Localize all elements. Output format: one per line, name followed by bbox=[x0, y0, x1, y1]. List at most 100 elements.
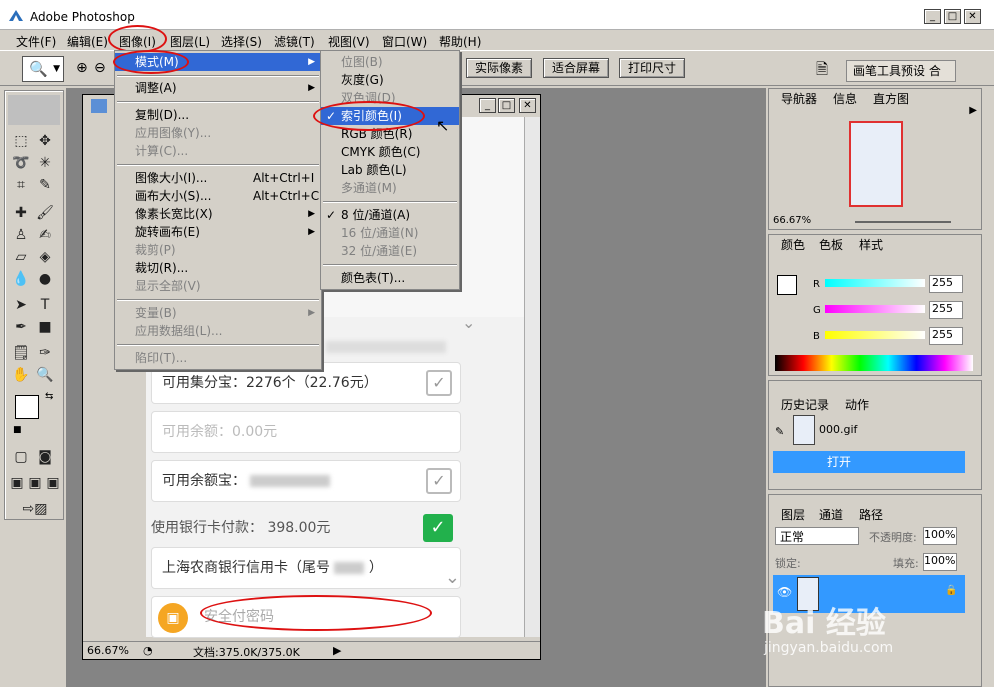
menu-filter[interactable]: 滤镜(T) bbox=[274, 33, 315, 50]
healing-brush-icon[interactable]: ✚ bbox=[11, 203, 31, 223]
zoom-tool-box-icon[interactable]: 🔍 bbox=[35, 365, 55, 385]
channel-b-slider[interactable] bbox=[825, 331, 925, 339]
palette-well-icon[interactable]: 🗎 bbox=[816, 59, 828, 84]
vertical-scrollbar[interactable] bbox=[524, 117, 540, 637]
zoom-out-icon[interactable]: ⊖ bbox=[94, 60, 106, 76]
eye-icon[interactable]: 👁 bbox=[777, 585, 792, 599]
hand-tool-icon[interactable]: ✋ bbox=[11, 365, 31, 385]
minimize-icon[interactable]: _ bbox=[924, 9, 941, 24]
status-arrow-icon[interactable]: ▶ bbox=[333, 644, 341, 657]
blend-mode-select[interactable]: 正常 bbox=[775, 527, 859, 545]
channel-b-value[interactable]: 255 bbox=[929, 327, 963, 345]
screen-mode-3-icon[interactable]: ▣ bbox=[43, 473, 63, 493]
eyedropper-icon[interactable]: ✑ bbox=[35, 343, 55, 363]
menu-item-bitmap[interactable]: 位图(B) bbox=[321, 53, 459, 71]
menu-item-pixel-aspect[interactable]: 像素长宽比(X) ▶ bbox=[115, 205, 321, 223]
fit-screen-button[interactable]: 适合屏幕 bbox=[543, 58, 609, 78]
brush-presets-tab[interactable]: 画笔工具预设 合 bbox=[846, 60, 956, 82]
menu-item-variables[interactable]: 变量(B) ▶ bbox=[115, 304, 321, 322]
menu-item-multichannel[interactable]: 多通道(M) bbox=[321, 179, 459, 197]
paint-bucket-icon[interactable]: ◈ bbox=[35, 247, 55, 267]
menu-item-adjust[interactable]: 调整(A) ▶ bbox=[115, 79, 321, 97]
status-menu-icon[interactable]: ◔ bbox=[143, 644, 153, 657]
menu-item-apply-data-set[interactable]: 应用数据组(L)... bbox=[115, 322, 321, 340]
stamp-tool-icon[interactable]: ♙ bbox=[11, 225, 31, 245]
slice-tool-icon[interactable]: ✎ bbox=[35, 175, 55, 195]
snapshot-thumbnail[interactable] bbox=[793, 415, 815, 445]
zoom-level[interactable]: 66.67% bbox=[87, 644, 129, 657]
navigator-zoom[interactable]: 66.67% bbox=[773, 215, 811, 226]
screen-mode-1-icon[interactable]: ▣ bbox=[7, 473, 27, 493]
blur-tool-icon[interactable]: 💧 bbox=[11, 269, 31, 289]
menu-item-32bit[interactable]: 32 位/通道(E) bbox=[321, 242, 459, 260]
marquee-tool-icon[interactable]: ⬚ bbox=[11, 131, 31, 151]
brush-tool-icon[interactable]: 🖌 bbox=[35, 203, 55, 223]
menu-item-reveal-all[interactable]: 显示全部(V) bbox=[115, 277, 321, 295]
standard-mode-icon[interactable]: ▢ bbox=[11, 447, 31, 467]
fg-color-swatch[interactable] bbox=[777, 275, 797, 295]
fill-input[interactable]: 100% bbox=[923, 553, 957, 571]
tab-histogram[interactable]: 直方图 bbox=[873, 91, 909, 107]
zoom-in-icon[interactable]: ⊕ bbox=[76, 60, 88, 76]
menu-item-lab[interactable]: Lab 颜色(L) bbox=[321, 161, 459, 179]
channel-g-value[interactable]: 255 bbox=[929, 301, 963, 319]
print-size-button[interactable]: 打印尺寸 bbox=[619, 58, 685, 78]
close-icon[interactable]: ✕ bbox=[964, 9, 981, 24]
tab-paths[interactable]: 路径 bbox=[859, 507, 883, 523]
menu-item-duplicate[interactable]: 复制(D)... bbox=[115, 106, 321, 124]
tab-actions[interactable]: 动作 bbox=[845, 397, 869, 413]
doc-maximize-icon[interactable]: □ bbox=[498, 98, 515, 113]
dodge-tool-icon[interactable]: ● bbox=[35, 269, 55, 289]
swap-colors-icon[interactable]: ⇆ bbox=[45, 391, 53, 402]
snapshot-name[interactable]: 000.gif bbox=[819, 423, 857, 436]
menu-item-image-size[interactable]: 图像大小(I)... Alt+Ctrl+I bbox=[115, 169, 321, 187]
tab-history[interactable]: 历史记录 bbox=[781, 397, 829, 413]
menu-select[interactable]: 选择(S) bbox=[221, 33, 262, 50]
tab-info[interactable]: 信息 bbox=[833, 91, 857, 107]
pen-tool-icon[interactable]: ✒ bbox=[11, 317, 31, 337]
channel-r-value[interactable]: 255 bbox=[929, 275, 963, 293]
menu-edit[interactable]: 编辑(E) bbox=[67, 33, 108, 50]
move-tool-icon[interactable]: ✥ bbox=[35, 131, 55, 151]
channel-r-slider[interactable] bbox=[825, 279, 925, 287]
doc-close-icon[interactable]: ✕ bbox=[519, 98, 536, 113]
type-tool-icon[interactable]: T bbox=[35, 295, 55, 315]
screen-mode-2-icon[interactable]: ▣ bbox=[25, 473, 45, 493]
menu-item-8bit[interactable]: ✓ 8 位/通道(A) bbox=[321, 206, 459, 224]
menu-item-trim[interactable]: 裁切(R)... bbox=[115, 259, 321, 277]
actual-pixels-button[interactable]: 实际像素 bbox=[466, 58, 532, 78]
navigator-thumbnail[interactable] bbox=[849, 121, 903, 207]
lasso-tool-icon[interactable]: ➰ bbox=[11, 153, 31, 173]
menu-item-apply-image[interactable]: 应用图像(Y)... bbox=[115, 124, 321, 142]
menu-item-canvas-size[interactable]: 画布大小(S)... Alt+Ctrl+C bbox=[115, 187, 321, 205]
crop-tool-icon[interactable]: ⌗ bbox=[11, 175, 31, 195]
tab-styles[interactable]: 样式 bbox=[859, 237, 883, 253]
menu-item-cmyk[interactable]: CMYK 颜色(C) bbox=[321, 143, 459, 161]
menu-item-crop[interactable]: 裁剪(P) bbox=[115, 241, 321, 259]
tab-swatches[interactable]: 色板 bbox=[819, 237, 843, 253]
default-colors-icon[interactable]: ■ bbox=[13, 425, 22, 435]
magic-wand-icon[interactable]: ✳ bbox=[35, 153, 55, 173]
menu-view[interactable]: 视图(V) bbox=[328, 33, 370, 50]
notes-tool-icon[interactable]: 🗒 bbox=[11, 343, 31, 363]
menu-item-trap[interactable]: 陷印(T)... bbox=[115, 349, 321, 367]
opacity-input[interactable]: 100% bbox=[923, 527, 957, 545]
tab-channels[interactable]: 通道 bbox=[819, 507, 843, 523]
tool-preset-picker[interactable]: 🔍 ▼ bbox=[22, 56, 64, 82]
tab-navigator[interactable]: 导航器 bbox=[781, 91, 817, 107]
jump-to-imageready-icon[interactable]: ⇨▨ bbox=[11, 499, 59, 519]
zoom-slider[interactable] bbox=[855, 221, 951, 223]
history-step-open[interactable]: 打开 bbox=[773, 451, 965, 473]
menu-item-rotate-canvas[interactable]: 旋转画布(E) ▶ bbox=[115, 223, 321, 241]
eraser-tool-icon[interactable]: ▱ bbox=[11, 247, 31, 267]
foreground-color-swatch[interactable] bbox=[15, 395, 39, 419]
quickmask-mode-icon[interactable]: ◙ bbox=[35, 447, 55, 467]
menu-item-grayscale[interactable]: 灰度(G) bbox=[321, 71, 459, 89]
tab-color[interactable]: 颜色 bbox=[781, 237, 805, 253]
menu-window[interactable]: 窗口(W) bbox=[382, 33, 427, 50]
panel-menu-icon[interactable]: ▶ bbox=[969, 105, 977, 116]
maximize-icon[interactable]: □ bbox=[944, 9, 961, 24]
shape-tool-icon[interactable]: ■ bbox=[35, 317, 55, 337]
channel-g-slider[interactable] bbox=[825, 305, 925, 313]
menu-item-16bit[interactable]: 16 位/通道(N) bbox=[321, 224, 459, 242]
